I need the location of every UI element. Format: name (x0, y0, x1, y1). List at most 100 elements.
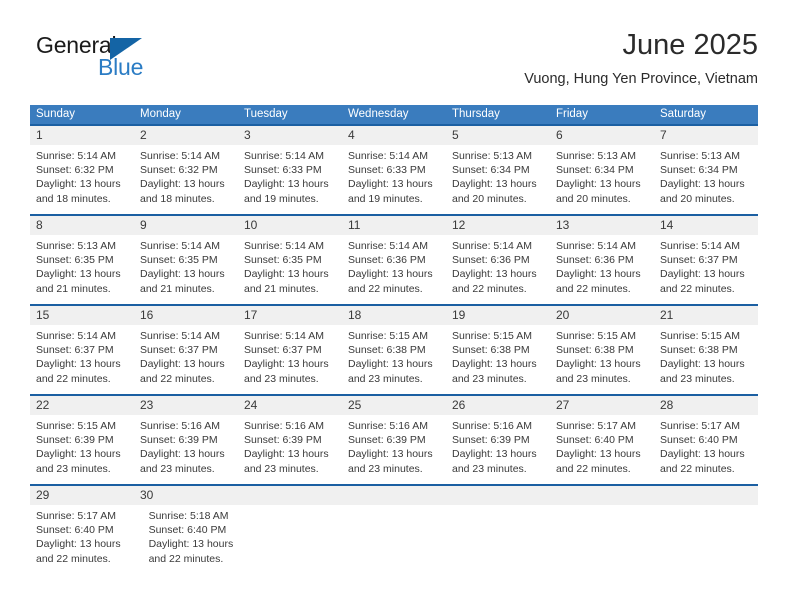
day-cell[interactable]: Sunrise: 5:14 AM Sunset: 6:37 PM Daylight:… (134, 325, 238, 394)
day-cell[interactable]: Sunrise: 5:14 AM Sunset: 6:37 PM Daylight:… (654, 235, 758, 304)
day-cell[interactable]: Sunrise: 5:17 AM Sunset: 6:40 PM Daylight:… (550, 415, 654, 484)
day-number[interactable]: 2 (134, 126, 238, 145)
sunset-text: Sunset: 6:40 PM (148, 524, 227, 537)
day-cell[interactable]: Sunrise: 5:14 AM Sunset: 6:32 PM Daylight:… (134, 145, 238, 214)
day-cell[interactable]: Sunrise: 5:14 AM Sunset: 6:35 PM Daylight:… (134, 235, 238, 304)
daylight-text-line1: Daylight: 13 hours (452, 268, 537, 281)
day-cell[interactable]: Sunrise: 5:16 AM Sunset: 6:39 PM Daylight:… (446, 415, 550, 484)
sunset-text: Sunset: 6:34 PM (452, 164, 530, 177)
day-number[interactable]: 10 (238, 216, 342, 235)
sunrise-text: Sunrise: 5:13 AM (556, 150, 636, 162)
day-number[interactable]: 1 (30, 126, 134, 145)
daylight-text-line1: Daylight: 13 hours (140, 358, 225, 371)
daylight-text-line2: and 23 minutes. (348, 372, 423, 385)
day-number[interactable]: 3 (238, 126, 342, 145)
day-number[interactable]: 23 (134, 396, 238, 415)
day-cell[interactable]: Sunrise: 5:13 AM Sunset: 6:34 PM Daylight:… (446, 145, 550, 214)
day-cell[interactable]: Sunrise: 5:17 AM Sunset: 6:40 PM Daylight:… (654, 415, 758, 484)
daylight-text-line1: Daylight: 13 hours (36, 448, 121, 461)
day-number[interactable]: 7 (654, 126, 758, 145)
daylight-text-line2: and 22 minutes. (36, 552, 111, 565)
calendar-week-row: 22 23 24 25 26 27 28 Sunrise: 5:15 AM Sunset: 6:… (30, 394, 758, 484)
sunset-text: Sunset: 6:37 PM (660, 254, 738, 267)
daylight-text-line1: Daylight: 13 hours (244, 448, 329, 461)
weekday-header-sunday: Sunday (36, 108, 76, 120)
sunset-text: Sunset: 6:38 PM (452, 344, 530, 357)
day-cell[interactable]: Sunrise: 5:17 AM Sunset: 6:40 PM Daylight:… (30, 505, 143, 574)
sunrise-text: Sunrise: 5:16 AM (348, 420, 428, 432)
sunrise-text: Sunrise: 5:14 AM (348, 240, 428, 252)
day-number[interactable]: 13 (550, 216, 654, 235)
day-number[interactable]: 29 (30, 486, 134, 505)
title-block: June 2025 Vuong, Hung Yen Province, Viet… (524, 28, 758, 88)
daylight-text-line2: and 23 minutes. (556, 372, 631, 385)
daylight-text-line1: Daylight: 13 hours (556, 268, 641, 281)
daylight-text-line2: and 22 minutes. (660, 282, 735, 295)
day-number[interactable]: 6 (550, 126, 654, 145)
daylight-text-line1: Daylight: 13 hours (36, 538, 121, 551)
day-number-band: 8 9 10 11 12 13 14 (30, 216, 758, 235)
day-number[interactable]: 18 (342, 306, 446, 325)
day-cell[interactable]: Sunrise: 5:14 AM Sunset: 6:37 PM Daylight:… (238, 325, 342, 394)
day-number[interactable]: 9 (134, 216, 238, 235)
day-cell[interactable]: Sunrise: 5:15 AM Sunset: 6:38 PM Daylight:… (550, 325, 654, 394)
daylight-text-line2: and 22 minutes. (140, 372, 215, 385)
general-blue-logo[interactable]: General Blue (36, 32, 216, 90)
day-cell[interactable]: Sunrise: 5:15 AM Sunset: 6:38 PM Daylight:… (654, 325, 758, 394)
day-cell[interactable]: Sunrise: 5:14 AM Sunset: 6:33 PM Daylight:… (342, 145, 446, 214)
day-number[interactable]: 30 (134, 486, 238, 505)
day-number[interactable]: 25 (342, 396, 446, 415)
day-cell[interactable]: Sunrise: 5:14 AM Sunset: 6:37 PM Daylight:… (30, 325, 134, 394)
day-cell[interactable]: Sunrise: 5:15 AM Sunset: 6:38 PM Daylight:… (446, 325, 550, 394)
day-cell[interactable]: Sunrise: 5:15 AM Sunset: 6:38 PM Daylight:… (342, 325, 446, 394)
day-number-band: 1234567 (30, 126, 758, 145)
day-cell[interactable]: Sunrise: 5:18 AM Sunset: 6:40 PM Daylight:… (143, 505, 256, 574)
day-cell[interactable]: Sunrise: 5:13 AM Sunset: 6:35 PM Daylight:… (30, 235, 134, 304)
day-cell[interactable]: Sunrise: 5:15 AM Sunset: 6:39 PM Daylight:… (30, 415, 134, 484)
daylight-text-line1: Daylight: 13 hours (660, 448, 745, 461)
empty-day-number (342, 486, 446, 505)
sunrise-text: Sunrise: 5:14 AM (556, 240, 636, 252)
day-number[interactable]: 5 (446, 126, 550, 145)
day-number[interactable]: 22 (30, 396, 134, 415)
day-number[interactable]: 17 (238, 306, 342, 325)
empty-day-cell (456, 505, 557, 574)
day-number[interactable]: 19 (446, 306, 550, 325)
day-cell[interactable]: Sunrise: 5:14 AM Sunset: 6:36 PM Daylight:… (550, 235, 654, 304)
day-number[interactable]: 15 (30, 306, 134, 325)
day-cell[interactable]: Sunrise: 5:14 AM Sunset: 6:33 PM Daylight:… (238, 145, 342, 214)
sunrise-text: Sunrise: 5:15 AM (36, 420, 116, 432)
page-header: General Blue June 2025 Vuong, Hung Yen P… (30, 28, 758, 100)
sunrise-text: Sunrise: 5:14 AM (140, 240, 220, 252)
sunrise-text: Sunrise: 5:14 AM (244, 150, 324, 162)
day-number[interactable]: 26 (446, 396, 550, 415)
day-cell[interactable]: Sunrise: 5:16 AM Sunset: 6:39 PM Daylight:… (134, 415, 238, 484)
day-number[interactable]: 11 (342, 216, 446, 235)
day-cell[interactable]: Sunrise: 5:14 AM Sunset: 6:32 PM Daylight:… (30, 145, 134, 214)
day-number[interactable]: 24 (238, 396, 342, 415)
calendar-week-row: 29 30 Sunrise: 5:17 AM Sunset: 6:40 PM Dayli… (30, 484, 758, 574)
calendar-weeks: 1 2 3 4 5 6 7 Sunrise: 5:14 AM Sunset: 6:32 PM Da… (30, 124, 758, 574)
day-cell[interactable]: Sunrise: 5:16 AM Sunset: 6:39 PM Daylight:… (342, 415, 446, 484)
day-cell[interactable]: Sunrise: 5:14 AM Sunset: 6:36 PM Daylight:… (342, 235, 446, 304)
day-number[interactable]: 12 (446, 216, 550, 235)
day-cell[interactable]: Sunrise: 5:14 AM Sunset: 6:35 PM Daylight:… (238, 235, 342, 304)
day-number[interactable]: 4 (342, 126, 446, 145)
day-number[interactable]: 16 (134, 306, 238, 325)
day-number[interactable]: 20 (550, 306, 654, 325)
day-number[interactable]: 14 (654, 216, 758, 235)
logo-secondary-text: Blue (98, 54, 144, 80)
day-cell[interactable]: Sunrise: 5:14 AM Sunset: 6:36 PM Daylight:… (446, 235, 550, 304)
day-cell[interactable]: Sunrise: 5:13 AM Sunset: 6:34 PM Daylight:… (654, 145, 758, 214)
weekday-header-friday: Friday (556, 108, 588, 120)
day-cell[interactable]: Sunrise: 5:13 AM Sunset: 6:34 PM Daylight:… (550, 145, 654, 214)
daylight-text-line2: and 20 minutes. (556, 192, 631, 205)
sunrise-text: Sunrise: 5:15 AM (556, 330, 636, 342)
day-number[interactable]: 27 (550, 396, 654, 415)
day-number[interactable]: 28 (654, 396, 758, 415)
sunset-text: Sunset: 6:36 PM (348, 254, 426, 267)
day-number[interactable]: 21 (654, 306, 758, 325)
day-cell[interactable]: Sunrise: 5:16 AM Sunset: 6:39 PM Daylight:… (238, 415, 342, 484)
sunrise-text: Sunrise: 5:14 AM (36, 150, 116, 162)
day-number[interactable]: 8 (30, 216, 134, 235)
